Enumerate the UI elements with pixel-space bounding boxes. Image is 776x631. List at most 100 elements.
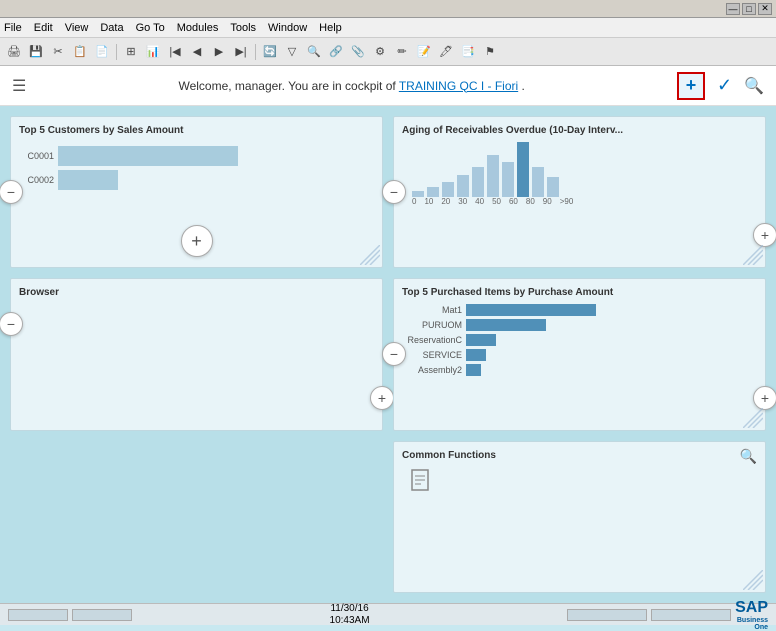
- common-title: Common Functions: [402, 450, 757, 461]
- common-widget: Common Functions 🔍: [393, 441, 766, 593]
- browser-title: Browser: [19, 287, 374, 298]
- aging-axis: 0 10 20 30 40 50 60 80 90 >90: [407, 197, 752, 206]
- customers-widget: Top 5 Customers by Sales Amount C0001 C0…: [10, 116, 383, 268]
- browser-minus-button[interactable]: −: [0, 312, 23, 336]
- header-center: Welcome, manager. You are in cockpit of …: [178, 79, 524, 93]
- toolbar-new[interactable]: 📄: [92, 42, 112, 62]
- toolbar-sep2: [255, 44, 256, 60]
- hamburger-icon[interactable]: ☰: [12, 76, 26, 96]
- purchase-widget: Top 5 Purchased Items by Purchase Amount…: [393, 278, 766, 430]
- toolbar-grid[interactable]: ⊞: [121, 42, 141, 62]
- purchase-label-4: Assembly2: [402, 365, 462, 375]
- purchase-bar-4: [466, 364, 481, 376]
- toolbar-copy[interactable]: 📑: [458, 42, 478, 62]
- aging-minus-button[interactable]: −: [382, 180, 406, 204]
- statusbar-datetime: 11/30/16 10:43AM: [330, 603, 370, 627]
- toolbar-save[interactable]: 💾: [26, 42, 46, 62]
- statusbar-indicator-2: [72, 609, 132, 621]
- menu-edit[interactable]: Edit: [34, 22, 53, 34]
- titlebar: — □ ✕: [0, 0, 776, 18]
- purchase-label-2: ReservationC: [402, 335, 462, 345]
- toolbar-first[interactable]: |◀: [165, 42, 185, 62]
- toolbar-next[interactable]: ▶: [209, 42, 229, 62]
- statusbar-indicator-4: [651, 609, 731, 621]
- customers-minus-button[interactable]: −: [0, 180, 23, 204]
- menu-view[interactable]: View: [65, 22, 89, 34]
- toolbar-link[interactable]: 🔗: [326, 42, 346, 62]
- toolbar-filter[interactable]: ▽: [282, 42, 302, 62]
- aging-axis-80: 80: [526, 197, 535, 206]
- aging-bars: [407, 142, 752, 197]
- menu-data[interactable]: Data: [100, 22, 123, 34]
- purchase-minus-button[interactable]: −: [382, 342, 406, 366]
- purchase-row-4: Assembly2: [402, 364, 757, 376]
- toolbar-pen[interactable]: 🖊: [436, 42, 456, 62]
- common-search-icon[interactable]: 🔍: [740, 448, 757, 465]
- aging-bar-9: [547, 177, 559, 197]
- close-button[interactable]: ✕: [758, 3, 772, 15]
- purchase-plus-button[interactable]: +: [753, 386, 776, 410]
- purchase-diag: [743, 408, 763, 428]
- customer-label-2: C0002: [19, 175, 54, 185]
- purchase-row-1: PURUOM: [402, 319, 757, 331]
- common-func-icon[interactable]: [410, 469, 749, 494]
- purchase-bar-3: [466, 349, 486, 361]
- browser-plus-button[interactable]: +: [370, 386, 394, 410]
- welcome-text: Welcome, manager. You are in cockpit of: [178, 79, 398, 93]
- toolbar-graph[interactable]: 📊: [143, 42, 163, 62]
- aging-axis-over90: >90: [560, 197, 574, 206]
- menu-tools[interactable]: Tools: [230, 22, 256, 34]
- menu-help[interactable]: Help: [319, 22, 342, 34]
- customers-diag: [360, 245, 380, 265]
- statusbar-indicator-1: [8, 609, 68, 621]
- purchase-bar-0: [466, 304, 596, 316]
- header-left: ☰: [12, 76, 26, 96]
- toolbar-paste[interactable]: 📋: [70, 42, 90, 62]
- customer-bar-1: [58, 146, 238, 166]
- toolbar-sep1: [116, 44, 117, 60]
- aging-diag: [743, 245, 763, 265]
- aging-axis-20: 20: [441, 197, 450, 206]
- header-right: + ✓ 🔍: [677, 72, 764, 100]
- toolbar-search[interactable]: 🔍: [304, 42, 324, 62]
- menu-modules[interactable]: Modules: [177, 22, 219, 34]
- main-content: Top 5 Customers by Sales Amount C0001 C0…: [0, 106, 776, 603]
- common-diag: [743, 570, 763, 590]
- toolbar-refresh[interactable]: 🔄: [260, 42, 280, 62]
- toolbar-print[interactable]: 🖨: [4, 42, 24, 62]
- cockpit-link[interactable]: TRAINING QC I - Fiori: [399, 79, 518, 93]
- purchase-label-1: PURUOM: [402, 320, 462, 330]
- aging-bar-5: [487, 155, 499, 197]
- customer-row-1: C0001: [19, 146, 374, 166]
- toolbar-last[interactable]: ▶|: [231, 42, 251, 62]
- customers-plus-button[interactable]: +: [181, 225, 213, 257]
- statusbar-time: 10:43AM: [330, 615, 370, 627]
- toolbar-note[interactable]: 📝: [414, 42, 434, 62]
- purchase-row-2: ReservationC: [402, 334, 757, 346]
- search-icon[interactable]: 🔍: [744, 76, 764, 96]
- maximize-button[interactable]: □: [742, 3, 756, 15]
- toolbar-attach[interactable]: 📎: [348, 42, 368, 62]
- menu-goto[interactable]: Go To: [136, 22, 165, 34]
- toolbar-cut[interactable]: ✂: [48, 42, 68, 62]
- aging-bar-3: [457, 175, 469, 197]
- toolbar-flag[interactable]: ⚑: [480, 42, 500, 62]
- customer-row-2: C0002: [19, 170, 374, 190]
- toolbar-prev[interactable]: ◀: [187, 42, 207, 62]
- add-widget-button[interactable]: +: [677, 72, 705, 100]
- customers-chart: C0001 C0002: [19, 142, 374, 194]
- confirm-icon[interactable]: ✓: [717, 75, 732, 96]
- purchase-label-0: Mat1: [402, 305, 462, 315]
- customer-bar-2: [58, 170, 118, 190]
- aging-plus-button[interactable]: +: [753, 223, 776, 247]
- aging-axis-90: 90: [543, 197, 552, 206]
- menu-window[interactable]: Window: [268, 22, 307, 34]
- menu-file[interactable]: File: [4, 22, 22, 34]
- toolbar-edit[interactable]: ✏: [392, 42, 412, 62]
- purchase-row-0: Mat1: [402, 304, 757, 316]
- minimize-button[interactable]: —: [726, 3, 740, 15]
- toolbar-settings[interactable]: ⚙: [370, 42, 390, 62]
- aging-bar-7: [517, 142, 529, 197]
- purchase-bar-1: [466, 319, 546, 331]
- toolbar: 🖨 💾 ✂ 📋 📄 ⊞ 📊 |◀ ◀ ▶ ▶| 🔄 ▽ 🔍 🔗 📎 ⚙ ✏ 📝 …: [0, 38, 776, 66]
